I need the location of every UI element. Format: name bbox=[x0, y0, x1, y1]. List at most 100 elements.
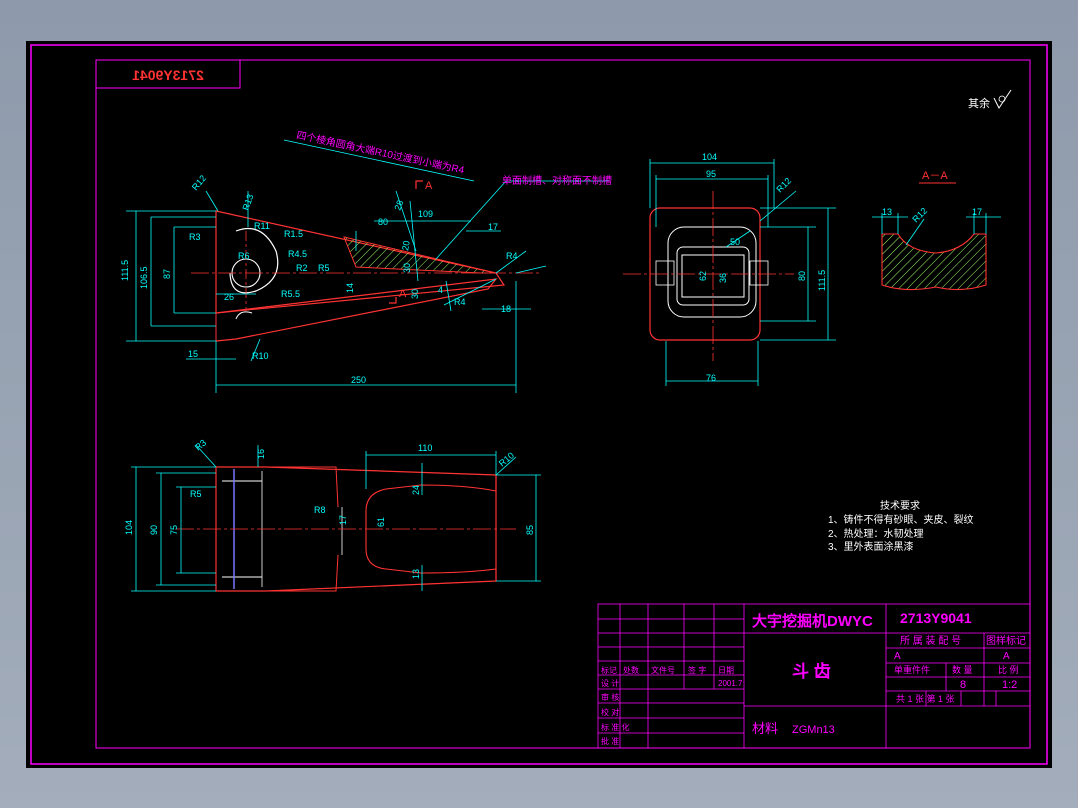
dim-r5: R5 bbox=[318, 263, 330, 273]
top-dim-r8: R8 bbox=[314, 505, 326, 515]
front-dim-r12: R12 bbox=[774, 176, 793, 195]
tb-part-name: 斗 齿 bbox=[792, 661, 831, 681]
sec-dim-r12: R12 bbox=[910, 206, 929, 225]
dim-4: 4 bbox=[438, 285, 443, 295]
dim-30b: 30 bbox=[410, 289, 420, 299]
tech-item-2: 2、热处理：水韧处理 bbox=[828, 527, 924, 540]
tb-material-value: ZGMn13 bbox=[792, 724, 835, 736]
tb-sheets: 共 1 张 第 1 张 bbox=[896, 693, 955, 704]
top-view bbox=[131, 444, 541, 592]
top-dim-13: 13 bbox=[411, 569, 421, 579]
dim-r12: R12 bbox=[190, 173, 208, 192]
inner-frame bbox=[95, 59, 1031, 749]
tech-title: 技术要求 bbox=[880, 499, 920, 512]
top-dim-61: 61 bbox=[376, 517, 386, 527]
dim-r3: R3 bbox=[189, 232, 201, 242]
tb-drawing-number: 2713Y9041 bbox=[900, 610, 972, 626]
top-dim-r5: R5 bbox=[190, 489, 202, 499]
tb-hdr-weight: 单重件件 bbox=[894, 664, 930, 675]
section-a-a bbox=[872, 182, 1001, 291]
top-dim-110: 110 bbox=[418, 443, 432, 453]
mirrored-code: 2713Y9041 bbox=[132, 67, 204, 83]
tb-row-approve: 批 准 bbox=[601, 736, 619, 746]
top-dim-75: 75 bbox=[169, 525, 179, 535]
tb-hdr-assembly: 所 属 装 配 号 bbox=[900, 634, 961, 647]
top-dim-85: 85 bbox=[525, 525, 535, 535]
dim-250: 250 bbox=[351, 375, 366, 385]
sec-dim-17: 17 bbox=[972, 207, 982, 217]
cut-label-a-bottom: A bbox=[399, 288, 407, 300]
dim-r11: R11 bbox=[254, 221, 270, 231]
top-dim-r10: R10 bbox=[497, 450, 516, 468]
top-dim-104: 104 bbox=[124, 520, 134, 535]
tb-mark-a: A bbox=[894, 651, 901, 662]
top-dim-r3: R3 bbox=[193, 437, 208, 452]
tb-rev-hdr-mark: 标记 bbox=[601, 665, 617, 675]
front-dim-95: 95 bbox=[706, 169, 716, 179]
cad-drawing: 2713Y9041 其余 111.5 106.5 87 250 26 15 80… bbox=[30, 44, 1048, 765]
dim-30: 30 bbox=[402, 263, 412, 273]
front-dim-50: 50 bbox=[730, 237, 740, 247]
dim-18: 18 bbox=[501, 304, 511, 314]
dim-87: 87 bbox=[162, 269, 172, 279]
tb-row-check: 校 对 bbox=[601, 707, 619, 717]
tb-row-standard: 标 准 化 bbox=[601, 722, 629, 732]
front-dim-36: 36 bbox=[718, 273, 728, 283]
fillet-note: 四个棱角圆角大端R10过渡到小端为R4 bbox=[295, 128, 466, 176]
section-label: A－A bbox=[922, 170, 948, 182]
tb-row-review: 审 核 bbox=[601, 692, 619, 702]
side-hatch bbox=[343, 236, 497, 274]
section-hatch bbox=[881, 233, 987, 291]
dim-r4-5: R4.5 bbox=[288, 249, 307, 259]
cut-label-a-top: A bbox=[425, 180, 433, 192]
dim-r10: R10 bbox=[252, 351, 269, 361]
tb-rev-hdr-date: 日期 bbox=[718, 666, 734, 675]
top-dim-17: 17 bbox=[338, 515, 348, 525]
dim-r5-5: R5.5 bbox=[281, 289, 300, 299]
dim-109: 109 bbox=[418, 209, 433, 219]
top-dim-90: 90 bbox=[149, 525, 159, 535]
tb-mark-a2: A bbox=[1003, 651, 1010, 662]
front-dim-76: 76 bbox=[706, 373, 716, 383]
tb-scale-value: 1:2 bbox=[1002, 679, 1017, 691]
dim-r6: R6 bbox=[238, 251, 250, 261]
tb-material-label: 材料 bbox=[752, 721, 778, 736]
front-dim-80: 80 bbox=[797, 271, 807, 281]
tb-hdr-drawing-mark: 图样标记 bbox=[986, 634, 1026, 647]
dim-17: 17 bbox=[488, 222, 498, 232]
surface-note: 其余 bbox=[968, 96, 990, 110]
drawing-viewport[interactable]: 2713Y9041 其余 111.5 106.5 87 250 26 15 80… bbox=[26, 41, 1052, 768]
tech-item-3: 3、里外表面涂黑漆 bbox=[828, 540, 914, 553]
slot-note: 单面制槽、对称面不制槽 bbox=[502, 174, 612, 187]
dim-80: 80 bbox=[378, 217, 388, 227]
dim-106-5: 106.5 bbox=[139, 266, 149, 289]
front-dim-62: 62 bbox=[698, 271, 708, 281]
dim-r4: R4 bbox=[454, 297, 466, 307]
tb-date-value: 2001.7 bbox=[718, 679, 743, 688]
tb-qty-value: 8 bbox=[960, 679, 966, 691]
dim-r2: R2 bbox=[296, 263, 308, 273]
top-dim-16: 16 bbox=[256, 449, 266, 459]
tb-rev-hdr-file: 文件号 bbox=[651, 665, 675, 675]
tb-rev-hdr-count: 处数 bbox=[623, 665, 639, 675]
dim-26: 26 bbox=[224, 292, 234, 302]
tb-hdr-qty: 数 量 bbox=[952, 664, 973, 675]
roughness-icon bbox=[993, 89, 1012, 109]
dim-20: 20 bbox=[400, 240, 412, 252]
top-dim-24: 24 bbox=[411, 485, 421, 495]
dim-15: 15 bbox=[188, 349, 198, 359]
tb-hdr-scale: 比 例 bbox=[998, 664, 1019, 675]
tech-item-1: 1、铸件不得有砂眼、夹皮、裂纹 bbox=[828, 513, 974, 526]
front-dim-111-5: 111.5 bbox=[817, 270, 827, 291]
dim-r4b: R4 bbox=[506, 251, 518, 261]
dim-111-5: 111.5 bbox=[120, 260, 130, 281]
dim-28: 28 bbox=[392, 199, 405, 212]
dim-r13: R13 bbox=[240, 193, 255, 212]
dim-14: 14 bbox=[345, 283, 355, 293]
tb-company: 大宇挖掘机DWYC bbox=[752, 612, 873, 630]
front-dim-104: 104 bbox=[702, 152, 717, 162]
sec-dim-13: 13 bbox=[882, 207, 892, 217]
dim-r1-5: R1.5 bbox=[284, 229, 303, 239]
tb-row-design: 设 计 bbox=[601, 678, 619, 688]
tb-rev-hdr-sign: 签 字 bbox=[688, 665, 706, 675]
